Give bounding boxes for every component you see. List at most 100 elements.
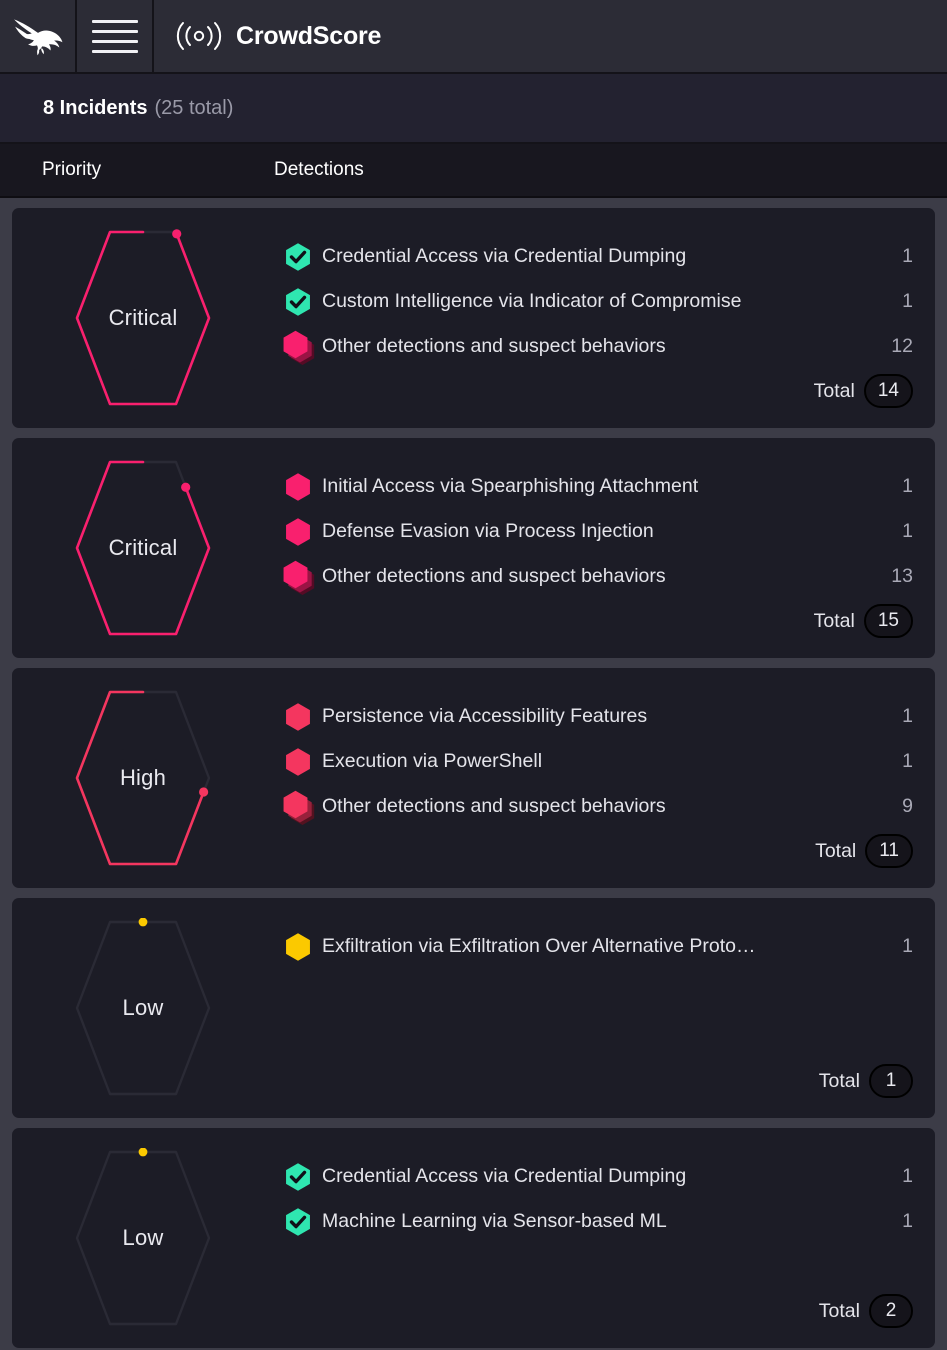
detection-icon	[274, 281, 322, 323]
hexagon-front-layer	[286, 518, 310, 546]
detection-label: Defense Evasion via Process Injection	[322, 520, 879, 543]
detection-row[interactable]: Other detections and suspect behaviors9	[274, 784, 913, 829]
total-count-badge: 15	[864, 604, 913, 638]
detection-count: 1	[879, 705, 913, 728]
column-header-row: Priority Detections	[0, 144, 947, 198]
detection-count: 1	[879, 935, 913, 958]
priority-cell[interactable]: Critical	[12, 208, 274, 428]
detections-cell: Exfiltration via Exfiltration Over Alter…	[274, 898, 935, 1118]
incident-card[interactable]: Critical Credential Access via Credential…	[12, 208, 935, 428]
detections-cell: Initial Access via Spearphishing Attachm…	[274, 438, 935, 658]
detection-label: Credential Access via Credential Dumping	[322, 245, 879, 268]
detection-count: 1	[879, 290, 913, 313]
app-title-area: CrowdScore	[154, 0, 947, 72]
total-row: Total 2	[819, 1294, 913, 1328]
column-header-priority: Priority	[0, 159, 274, 181]
detection-count: 1	[879, 1210, 913, 1233]
priority-cell[interactable]: Critical	[12, 438, 274, 658]
total-count-badge: 2	[869, 1294, 913, 1328]
total-count-badge: 1	[869, 1064, 913, 1098]
incident-list: Critical Credential Access via Credential…	[0, 198, 947, 1348]
detection-count: 1	[879, 750, 913, 773]
hamburger-menu-button[interactable]	[77, 0, 154, 72]
total-row: Total14	[814, 374, 913, 408]
total-row: Total 1	[819, 1064, 913, 1098]
detection-label: Exfiltration via Exfiltration Over Alter…	[322, 935, 879, 958]
priority-cell[interactable]: Low	[12, 898, 274, 1118]
detection-icon	[274, 326, 322, 368]
priority-hexagon: Critical	[75, 458, 211, 638]
priority-label: Low	[75, 1148, 211, 1328]
detection-label: Custom Intelligence via Indicator of Com…	[322, 290, 879, 313]
detection-row[interactable]: Other detections and suspect behaviors12	[274, 324, 913, 369]
detection-label: Execution via PowerShell	[322, 750, 879, 773]
priority-hexagon: Critical	[75, 228, 211, 408]
incidents-summary-bar: 8 Incidents (25 total)	[0, 74, 947, 144]
detection-row[interactable]: Persistence via Accessibility Features1	[274, 694, 913, 739]
detection-row[interactable]: Credential Access via Credential Dumping…	[274, 1154, 913, 1199]
total-label: Total	[814, 610, 855, 633]
hexagon-check-icon	[277, 281, 319, 323]
hexagon-icon	[277, 466, 319, 508]
scroll-gutter[interactable]	[942, 198, 947, 1350]
total-row: Total 11	[815, 834, 913, 868]
priority-label: Critical	[75, 228, 211, 408]
hexagon-stack-icon	[277, 326, 319, 368]
detection-label: Persistence via Accessibility Features	[322, 705, 879, 728]
detection-icon	[274, 786, 322, 828]
incident-card[interactable]: Critical Initial Access via Spearphishing…	[12, 438, 935, 658]
detection-icon	[274, 926, 322, 968]
incident-card[interactable]: Low Exfiltration via Exfiltration Over Al…	[12, 898, 935, 1118]
hexagon-stack-icon	[277, 786, 319, 828]
detection-row[interactable]: Defense Evasion via Process Injection1	[274, 509, 913, 554]
detections-cell: Persistence via Accessibility Features1E…	[274, 668, 935, 888]
detection-row[interactable]: Other detections and suspect behaviors13	[274, 554, 913, 599]
hexagon-stack-icon	[277, 556, 319, 598]
detection-icon	[274, 696, 322, 738]
total-row: Total 15	[814, 604, 913, 638]
detection-row[interactable]: Custom Intelligence via Indicator of Com…	[274, 279, 913, 324]
hexagon-check-icon	[277, 1201, 319, 1243]
hexagon-icon	[277, 696, 319, 738]
priority-hexagon: Low	[75, 918, 211, 1098]
hexagon-check-icon	[277, 236, 319, 278]
detection-row[interactable]: Credential Access via Credential Dumping…	[274, 234, 913, 279]
hexagon-icon	[277, 926, 319, 968]
total-label: Total	[819, 1300, 860, 1323]
priority-cell[interactable]: High	[12, 668, 274, 888]
hexagon-icon	[277, 511, 319, 553]
detection-count: 1	[879, 1165, 913, 1188]
detection-label: Credential Access via Credential Dumping	[322, 1165, 879, 1188]
detection-row[interactable]: Initial Access via Spearphishing Attachm…	[274, 464, 913, 509]
detection-count: 12	[879, 335, 913, 358]
detection-icon	[274, 466, 322, 508]
top-bar: CrowdScore	[0, 0, 947, 74]
hexagon-front-layer	[286, 703, 310, 731]
detections-cell: Credential Access via Credential Dumping…	[274, 1128, 935, 1348]
detection-count: 9	[879, 795, 913, 818]
total-count-badge: 11	[865, 834, 913, 868]
total-count-badge: 14	[864, 374, 913, 408]
detection-icon	[274, 556, 322, 598]
app-title: CrowdScore	[236, 22, 381, 51]
detection-label: Other detections and suspect behaviors	[322, 335, 879, 358]
detection-label: Other detections and suspect behaviors	[322, 795, 879, 818]
detections-cell: Credential Access via Credential Dumping…	[274, 208, 935, 428]
incident-card[interactable]: Low Credential Access via Credential Dump…	[12, 1128, 935, 1348]
detection-icon	[274, 1201, 322, 1243]
detection-label: Other detections and suspect behaviors	[322, 565, 879, 588]
total-label: Total	[815, 840, 856, 863]
detection-row[interactable]: Exfiltration via Exfiltration Over Alter…	[274, 924, 913, 969]
incidents-total: (25 total)	[154, 97, 233, 120]
crowdstrike-logo-button[interactable]	[0, 0, 77, 72]
incident-card[interactable]: HighPersistence via Accessibility Featur…	[12, 668, 935, 888]
priority-cell[interactable]: Low	[12, 1128, 274, 1348]
detection-count: 1	[879, 245, 913, 268]
column-header-detections: Detections	[274, 159, 364, 181]
detection-count: 1	[879, 520, 913, 543]
priority-label: Low	[75, 918, 211, 1098]
detection-row[interactable]: Execution via PowerShell1	[274, 739, 913, 784]
detection-row[interactable]: Machine Learning via Sensor-based ML1	[274, 1199, 913, 1244]
detection-icon	[274, 511, 322, 553]
total-label: Total	[819, 1070, 860, 1093]
